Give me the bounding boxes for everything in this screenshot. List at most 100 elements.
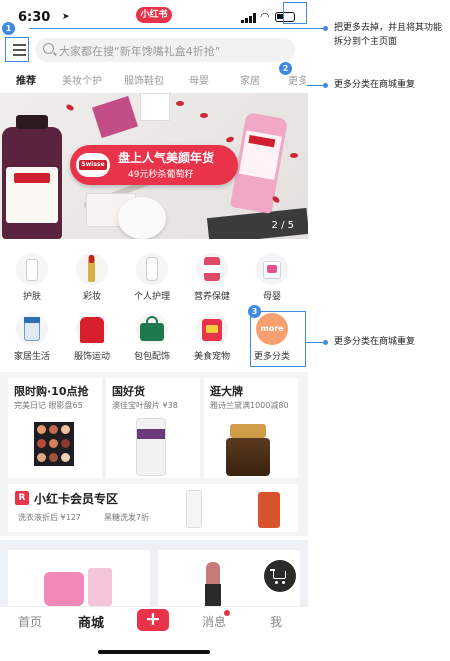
banner-headline-pill: Swisse 盘上人气美颜年货 49元秒杀葡萄籽 [70,145,238,185]
nav-home[interactable]: 首页 [18,613,42,630]
hair-skin-nails-bottle-image [2,115,62,239]
baby-icon [256,253,288,285]
category-makeup[interactable]: 彩妆 [64,253,120,309]
product-bottle-image [140,93,170,121]
home-living-icon [16,313,48,345]
petal-decoration [290,153,298,158]
annotation-note-3: 更多分类在商城重复 [334,337,416,347]
member-item-1: 洗衣液折后 ¥127 [18,513,81,522]
nav-messages[interactable]: 消息 [202,613,226,630]
category-label: 美食宠物 [193,352,230,362]
product-image [88,568,112,606]
banner-page-indicator: 2 / 5 [271,220,294,231]
category-apparel[interactable]: 服饰运动 [64,313,120,369]
apparel-icon [76,313,108,345]
shampoo-bottle-image [258,492,280,528]
category-bag[interactable]: 包包配饰 [124,313,180,369]
phone-screen: 6:30 ➤ 小红书 ◠ 大家都在搜“新年馋嘴礼盒4折抢” 推荐 美妆个护 服饰… [0,0,308,661]
category-label: 母婴 [262,292,281,302]
annotation-note-2: 更多分类在商城重复 [334,80,416,90]
category-label: 护肤 [22,292,41,302]
tab-baby[interactable]: 母婴 [189,72,209,87]
nutrition-icon [196,253,228,285]
search-input[interactable]: 大家都在搜“新年馋嘴礼盒4折抢” [35,38,295,62]
tab-beauty[interactable]: 美妆个护 [62,72,102,87]
category-label: 包包配饰 [133,352,170,362]
banner-subline: 49元秒杀葡萄籽 [128,170,194,180]
status-bar: 6:30 ➤ 小红书 ◠ [0,0,308,36]
petal-decoration [176,101,184,106]
product-image [44,572,84,606]
eyeshadow-palette-image [34,422,74,466]
category-food-pet[interactable]: 美食宠物 [184,313,240,369]
annotation-panel: 把更多去掉，并且将其功能拆分到个主页面 更多分类在商城重复 更多分类在商城重复 [308,0,450,661]
petal-decoration [65,103,75,112]
status-time: 6:30 [18,10,51,25]
search-placeholder: 大家都在搜“新年馋嘴礼盒4折抢” [59,45,221,58]
annotation-marker-3: 3 [248,305,261,318]
promo-section: 限时购·10点抢 完美日记 眼影盘65 国好货 澳佳宝叶酸片 ¥38 逛大牌 雅… [0,372,308,536]
nav-mall[interactable]: 商城 [78,612,104,631]
skincare-icon [16,253,48,285]
annotation-box-more-category [250,311,306,367]
member-badge: R [15,491,29,505]
annotation-note-1: 把更多去掉，并且将其功能拆分到个主页面 [334,23,443,47]
makeup-icon [76,253,108,285]
nav-post-button[interactable]: + [137,609,169,631]
search-icon [43,43,54,54]
category-label: 家居生活 [13,352,50,362]
member-title: 小红卡会员专区 [34,492,119,506]
tab-more[interactable]: 更多 [288,72,306,87]
promo-card-big-brands[interactable]: 逛大牌 雅诗兰黛满1000减80 [204,378,298,478]
feed-card[interactable] [8,550,150,610]
annotation-marker-1: 1 [2,22,15,35]
cart-button[interactable] [264,560,296,592]
cream-jar-image [118,197,166,239]
nav-me[interactable]: 我 [270,613,282,630]
promo-title: 限时购·10点抢 [14,385,89,398]
brand-logo: Swisse [76,153,110,177]
annotation-marker-2: 2 [279,62,292,75]
category-label: 个人护理 [133,292,170,302]
promo-subtitle: 澳佳宝叶酸片 ¥38 [112,401,178,410]
promo-title: 逛大牌 [210,385,243,398]
promo-card-flash-sale[interactable]: 限时购·10点抢 完美日记 眼影盘65 [8,378,102,478]
wifi-icon: ◠ [260,10,270,23]
promo-subtitle: 雅诗兰黛满1000减80 [210,401,289,410]
category-personal-care[interactable]: 个人护理 [124,253,180,309]
lipstick-image [205,562,221,608]
category-skincare[interactable]: 护肤 [4,253,60,309]
notification-dot [224,610,230,616]
tab-home[interactable]: 家居 [240,72,260,87]
promo-card-domestic-goods[interactable]: 国好货 澳佳宝叶酸片 ¥38 [106,378,200,478]
search-row: 大家都在搜“新年馋嘴礼盒4折抢” [0,36,308,64]
category-label: 服饰运动 [73,352,110,362]
petal-decoration [225,135,235,144]
category-home-living[interactable]: 家居生活 [4,313,60,369]
annotation-box-menu [5,37,29,62]
category-nutrition[interactable]: 营养保健 [184,253,240,309]
product-box-image [91,95,139,139]
detergent-bottle-image [186,490,202,528]
category-label: 营养保健 [193,292,230,302]
category-label: 彩妆 [82,292,101,302]
supplement-bottle-image [136,418,166,476]
petal-decoration [200,113,208,118]
serum-bottle-image [226,424,270,476]
promo-banner[interactable]: Swisse 盘上人气美颜年货 49元秒杀葡萄籽 2 / 5 [0,93,308,239]
member-zone-card[interactable]: R 小红卡会员专区 洗衣液折后 ¥127 黑糖洗发7折 [8,484,298,532]
food-pet-icon [196,313,228,345]
tab-apparel[interactable]: 服饰鞋包 [124,72,164,87]
category-baby[interactable]: 母婴 [244,253,300,309]
tab-recommend[interactable]: 推荐 [16,72,36,87]
home-indicator [98,650,210,654]
app-name-badge: 小红书 [136,7,172,23]
annotation-box-more-tab [283,2,307,24]
category-tabs: 推荐 美妆个护 服饰鞋包 母婴 家居 更多 [0,66,308,92]
member-item-2: 黑糖洗发7折 [104,513,150,522]
promo-subtitle: 完美日记 眼影盘65 [14,401,83,410]
bag-icon [136,313,168,345]
location-arrow-icon: ➤ [62,12,70,22]
signal-icon [241,13,257,23]
banner-headline: 盘上人气美颜年货 [118,151,215,165]
